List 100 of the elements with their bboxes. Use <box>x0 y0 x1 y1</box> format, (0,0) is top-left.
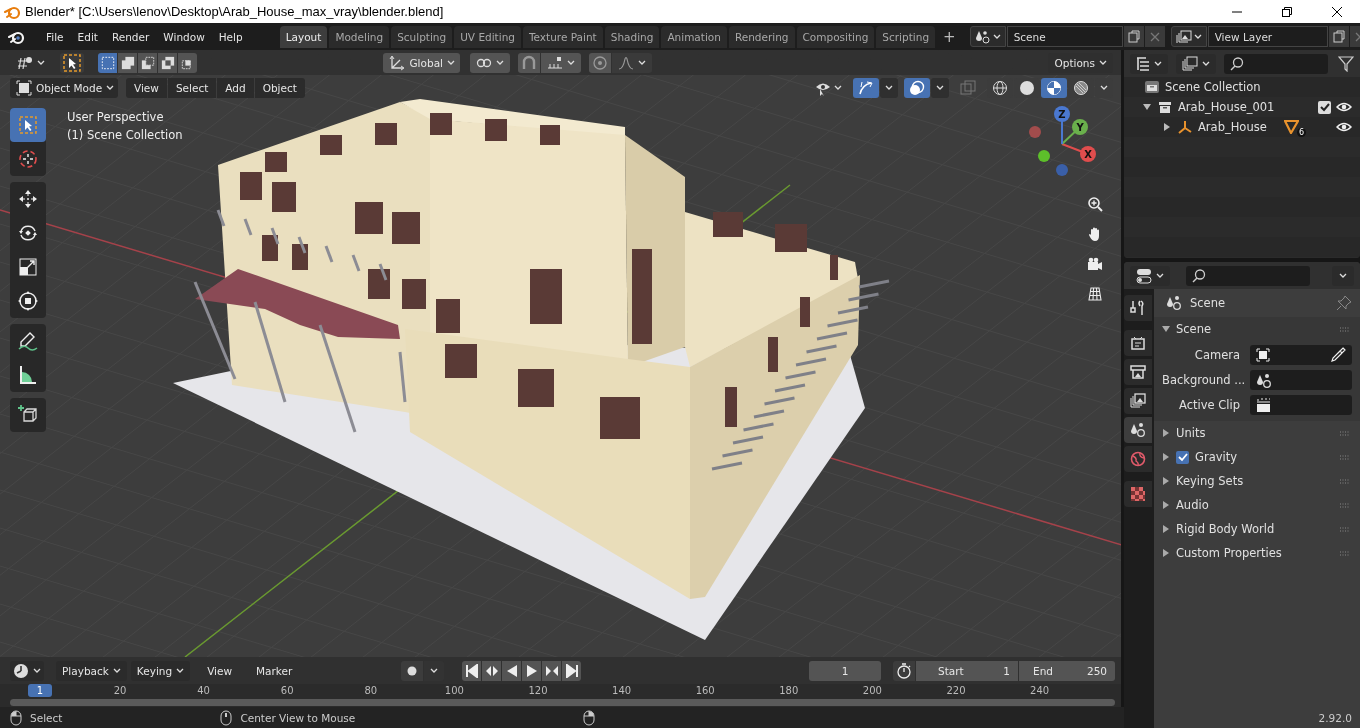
workspace-tab[interactable]: Texture Paint <box>522 25 603 48</box>
workspace-tab[interactable]: Animation <box>661 25 727 48</box>
jump-end-button[interactable] <box>562 660 581 681</box>
properties-tab[interactable] <box>1124 481 1152 507</box>
play-reverse-button[interactable] <box>502 660 521 681</box>
drag-handle-icon[interactable] <box>1339 454 1350 460</box>
workspace-tab[interactable]: Modeling <box>329 25 390 48</box>
properties-tab[interactable] <box>1124 446 1152 472</box>
workspace-tab[interactable]: Compositing <box>796 25 875 48</box>
properties-tab[interactable] <box>1124 330 1152 356</box>
display-mode-dropdown[interactable] <box>1130 53 1168 74</box>
menu-item[interactable]: View <box>200 660 240 681</box>
properties-tab[interactable] <box>1124 295 1152 321</box>
menu-item[interactable]: Window <box>156 26 212 47</box>
exclude-checkbox[interactable] <box>1318 100 1331 114</box>
preview-range-toggle[interactable] <box>893 660 915 681</box>
scene-dropdown[interactable] <box>969 26 1006 47</box>
search-field[interactable] <box>1186 265 1310 286</box>
menu-item[interactable]: Object <box>254 77 305 98</box>
playhead[interactable]: 1 <box>28 684 52 697</box>
menu-dropdown[interactable]: Playback <box>56 660 127 681</box>
navigation-gizmo[interactable]: X Y Z <box>1020 102 1106 182</box>
overlay-dropdown[interactable] <box>931 77 949 98</box>
start-frame-field[interactable]: Start 1 <box>916 660 1018 681</box>
drag-handle-icon[interactable] <box>1339 430 1350 436</box>
remove-button[interactable] <box>1144 26 1165 47</box>
eye-icon[interactable] <box>1336 100 1352 114</box>
workspace-tab[interactable]: UV Editing <box>454 25 521 48</box>
workspace-tab[interactable]: Scripting <box>876 25 936 48</box>
menu-item[interactable]: Render <box>104 26 157 47</box>
panel-checkbox[interactable] <box>1176 450 1189 464</box>
selection-mode-button[interactable] <box>178 52 197 73</box>
drag-handle-icon[interactable] <box>1339 550 1350 556</box>
workspace-tab[interactable]: Shading <box>604 25 660 48</box>
duplicate-button[interactable] <box>1328 26 1349 47</box>
workspace-tab[interactable]: Sculpting <box>391 25 453 48</box>
falloff-dropdown[interactable] <box>612 52 653 73</box>
snap-target-dropdown[interactable] <box>541 52 582 73</box>
clip-field[interactable] <box>1250 395 1352 415</box>
outliner-item[interactable]: Scene Collection <box>1165 80 1261 94</box>
selection-mode-button[interactable] <box>118 52 137 73</box>
prev-keyframe-button[interactable] <box>482 660 501 681</box>
panel-toggle[interactable] <box>1162 546 1170 560</box>
menu-item[interactable]: Edit <box>70 26 105 47</box>
proportional-edit-toggle[interactable] <box>589 52 612 73</box>
record-button[interactable] <box>401 660 423 681</box>
jump-start-button[interactable] <box>462 660 481 681</box>
disclosure-toggle[interactable] <box>1163 121 1171 133</box>
next-keyframe-button[interactable] <box>542 660 561 681</box>
selection-mode-button[interactable] <box>158 52 177 73</box>
eye-icon[interactable] <box>1336 120 1352 134</box>
gizmo-toggle[interactable] <box>853 77 879 98</box>
menu-item[interactable]: File <box>39 26 71 47</box>
scene-field[interactable] <box>1250 370 1352 390</box>
search-field[interactable] <box>1224 53 1328 74</box>
end-frame-field[interactable]: End 250 <box>1019 660 1115 681</box>
image-stack-dropdown[interactable] <box>1170 26 1207 47</box>
pin-icon[interactable] <box>1336 295 1352 311</box>
panel-toggle[interactable] <box>1162 474 1170 488</box>
add-workspace-button[interactable]: + <box>939 27 960 46</box>
workspace-tab[interactable]: Layout <box>279 25 328 48</box>
properties-tab[interactable] <box>1124 359 1152 385</box>
selection-mode-button[interactable] <box>98 52 117 73</box>
outliner-item[interactable]: Arab_House_001 <box>1178 100 1275 114</box>
menu-item[interactable]: Help <box>211 26 250 47</box>
editor-type-dropdown[interactable] <box>10 660 44 681</box>
selection-mode-button[interactable] <box>138 52 157 73</box>
shading-mode-button[interactable] <box>1041 77 1067 98</box>
options-dropdown[interactable] <box>1332 265 1354 286</box>
panel-toggle[interactable] <box>1162 426 1170 440</box>
overlay-toggle[interactable] <box>904 77 930 98</box>
properties-tab[interactable] <box>1124 388 1152 414</box>
snap-toggle[interactable] <box>518 52 541 73</box>
drag-handle-icon[interactable] <box>1339 526 1350 532</box>
timeline-scrollbar[interactable] <box>10 699 1115 706</box>
menu-dropdown[interactable]: Keying <box>130 660 191 681</box>
orientation-dropdown[interactable]: Global <box>383 52 461 73</box>
editor-type-dropdown[interactable] <box>1130 265 1170 286</box>
pivot-dropdown[interactable] <box>470 52 511 73</box>
panel-toggle[interactable] <box>1162 498 1170 512</box>
current-frame-field[interactable]: 1 <box>809 660 881 681</box>
menu-item[interactable]: View <box>126 77 167 98</box>
workspace-tab[interactable]: Rendering <box>728 25 795 48</box>
menu-item[interactable]: Add <box>217 77 254 98</box>
scene-field[interactable]: Scene <box>1006 26 1123 47</box>
drag-handle-icon[interactable] <box>1339 326 1350 332</box>
outliner-item[interactable]: Arab_House <box>1198 120 1267 134</box>
properties-tab[interactable] <box>1124 417 1152 443</box>
mode-dropdown[interactable]: Object Mode <box>10 77 118 98</box>
panel-toggle[interactable] <box>1162 522 1170 536</box>
duplicate-button[interactable] <box>1123 26 1144 47</box>
view-layer-field[interactable]: View Layer <box>1207 26 1328 47</box>
camera-field[interactable] <box>1250 345 1352 365</box>
menu-item[interactable]: Marker <box>249 660 300 681</box>
play-button[interactable] <box>522 660 541 681</box>
panel-toggle[interactable] <box>1162 450 1170 464</box>
filter-button[interactable] <box>1336 53 1356 74</box>
active-tool-button[interactable] <box>60 52 84 73</box>
gizmo-dropdown[interactable] <box>880 77 898 98</box>
drag-handle-icon[interactable] <box>1339 502 1350 508</box>
